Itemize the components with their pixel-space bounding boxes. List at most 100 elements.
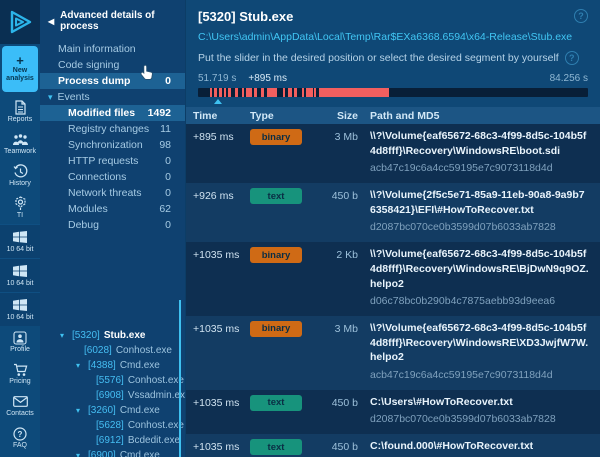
menu-item-main-information[interactable]: Main information	[40, 41, 185, 57]
timeline-offset: +895 ms	[248, 73, 288, 84]
rail-item-label: Teamwork	[4, 148, 36, 156]
timeline-activity-segment	[306, 88, 313, 97]
table-row[interactable]: +1035 ms text 450 b C:\found.000\#HowToR…	[186, 434, 600, 457]
menu-item-http-requests[interactable]: HTTP requests 0	[40, 153, 185, 169]
row-time: +1035 ms	[193, 396, 240, 409]
timeline-activity-segment	[267, 88, 278, 97]
timeline-activity-segment	[209, 88, 213, 97]
back-arrow-icon[interactable]: ◀	[48, 17, 54, 26]
tree-row-cmd[interactable]: ▾ [6900] Cmd.exe	[40, 448, 185, 457]
timeline-marker[interactable]	[214, 99, 223, 104]
sidebar-item-faq[interactable]: ? FAQ	[0, 422, 40, 454]
chevron-down-icon[interactable]: ▾	[76, 451, 84, 457]
table-row[interactable]: +895 ms binary 3 Mb \\?\Volume{eaf65672-…	[186, 124, 600, 184]
timeline-activity-segment	[219, 88, 222, 97]
process-pid: [6908]	[96, 390, 124, 401]
chevron-down-icon[interactable]: ▾	[76, 406, 84, 415]
rail-item-label: Contacts	[6, 410, 34, 418]
sidebar-item-history[interactable]: History	[0, 160, 40, 192]
tree-row-conhost[interactable]: [5628] Conhost.exe	[40, 418, 185, 433]
rail-item-label: Reports	[7, 116, 33, 124]
menu-item-modified-files[interactable]: Modified files 1492	[40, 105, 185, 121]
chevron-down-icon[interactable]: ▾	[60, 331, 68, 340]
menu-label: Debug	[68, 219, 99, 231]
tree-row-stub[interactable]: ▾ [5320] Stub.exe	[40, 328, 185, 343]
tree-row-conhost[interactable]: [6028] Conhost.exe	[40, 343, 185, 358]
timeline-end: 84.256 s	[549, 73, 588, 84]
row-size: 450 b	[331, 441, 358, 453]
menu-item-connections[interactable]: Connections 0	[40, 169, 185, 185]
menu-value: 98	[159, 139, 171, 151]
timeline-activity-segment	[287, 88, 292, 97]
people-icon	[12, 132, 29, 147]
menu-label: Synchronization	[68, 139, 143, 151]
process-name: Cmd.exe	[119, 360, 160, 371]
app-logo[interactable]	[0, 0, 40, 44]
menu-item-synchronization[interactable]: Synchronization 98	[40, 137, 185, 153]
menu-group-events[interactable]: ▾ Events	[40, 89, 185, 105]
tree-scrollbar[interactable]	[179, 300, 181, 457]
tree-row-bcdedit[interactable]: [6912] Bcdedit.exe	[40, 433, 185, 448]
table-header: Time Type Size Path and MD5	[186, 107, 600, 124]
row-time: +1035 ms	[193, 441, 240, 453]
help-icon[interactable]: ?	[574, 9, 588, 23]
rail-item-label: 10 64 bit	[6, 245, 34, 253]
row-type: text	[250, 188, 312, 235]
process-name: Conhost.exe	[115, 345, 172, 356]
table-row[interactable]: +926 ms text 450 b \\?\Volume{2f5c5e71-8…	[186, 183, 600, 243]
chevron-down-icon: ▾	[48, 91, 53, 102]
column-header-path: Path and MD5	[370, 109, 440, 122]
type-badge: text	[250, 188, 302, 205]
anyrun-logo-icon	[10, 10, 32, 34]
menu-label: Registry changes	[68, 123, 150, 135]
new-analysis-button[interactable]: + New analysis	[2, 46, 38, 92]
menu-item-network-threats[interactable]: Network threats 0	[40, 185, 185, 201]
tree-row-vssadmin[interactable]: [6908] Vssadmin.exe	[40, 388, 185, 403]
process-pid: [5320]	[72, 330, 100, 341]
main-panel: [5320] Stub.exe ? C:\Users\admin\AppData…	[185, 0, 600, 457]
sidebar-item-contacts[interactable]: Contacts	[0, 390, 40, 422]
tree-row-cmd[interactable]: ▾ [3260] Cmd.exe	[40, 403, 185, 418]
table-row[interactable]: +1035 ms text 450 b C:\Users\#HowToRecov…	[186, 389, 600, 434]
table-row[interactable]: +1035 ms binary 2 Kb \\?\Volume{eaf65672…	[186, 242, 600, 316]
file-path: \\?\Volume{eaf65672-68c3-4f99-8d5c-104b5…	[370, 130, 587, 157]
sidebar-item-pricing[interactable]: Pricing	[0, 358, 40, 390]
tree-row-conhost[interactable]: [5576] Conhost.exe	[40, 373, 185, 388]
menu-item-code-signing[interactable]: Code signing	[40, 57, 185, 73]
sidebar-item-profile[interactable]: Profile	[0, 326, 40, 358]
document-icon	[14, 100, 27, 115]
menu-value: 11	[160, 123, 171, 135]
help-icon[interactable]: ?	[564, 51, 579, 65]
menu-value: 0	[165, 171, 171, 183]
sidebar-item-ti[interactable]: TI	[0, 192, 40, 224]
tree-row-cmd[interactable]: ▾ [4388] Cmd.exe	[40, 358, 185, 373]
row-path: \\?\Volume{2f5c5e71-85a9-11eb-90a8-9a9b7…	[358, 188, 600, 235]
process-name: Stub.exe	[103, 330, 146, 341]
plus-icon: +	[16, 52, 24, 68]
column-header-type: Type	[250, 109, 274, 122]
rail-item-label: 10 64 bit	[6, 279, 34, 287]
row-time: +926 ms	[193, 190, 234, 203]
row-type: binary	[250, 129, 312, 176]
file-path: \\?\Volume{eaf65672-68c3-4f99-8d5c-104b5…	[370, 248, 589, 290]
vm-item-win10-1[interactable]: 10 64 bit	[0, 224, 40, 258]
clock-icon	[13, 164, 28, 179]
vm-item-win10-2[interactable]: 10 64 bit	[0, 258, 40, 292]
menu-label: Code signing	[58, 59, 120, 71]
process-pid: [6028]	[84, 345, 112, 356]
timeline-slider[interactable]	[198, 88, 588, 104]
sidebar-item-reports[interactable]: Reports	[0, 96, 40, 128]
person-icon	[13, 330, 27, 345]
menu-item-modules[interactable]: Modules 62	[40, 201, 185, 217]
table-row[interactable]: +1035 ms binary 3 Mb \\?\Volume{eaf65672…	[186, 315, 600, 390]
vm-item-win10-3[interactable]: 10 64 bit	[0, 292, 40, 326]
chevron-down-icon[interactable]: ▾	[76, 361, 84, 370]
sidebar-item-teamwork[interactable]: Teamwork	[0, 128, 40, 160]
menu-item-registry-changes[interactable]: Registry changes 11	[40, 121, 185, 137]
main-header: [5320] Stub.exe ? C:\Users\admin\AppData…	[186, 0, 600, 104]
row-path: \\?\Volume{eaf65672-68c3-4f99-8d5c-104b5…	[358, 321, 600, 383]
row-time: +1035 ms	[193, 249, 240, 262]
menu-item-debug[interactable]: Debug 0	[40, 217, 185, 233]
menu-item-process-dump[interactable]: Process dump 0	[40, 73, 185, 89]
process-name: Conhost.exe	[127, 375, 184, 386]
